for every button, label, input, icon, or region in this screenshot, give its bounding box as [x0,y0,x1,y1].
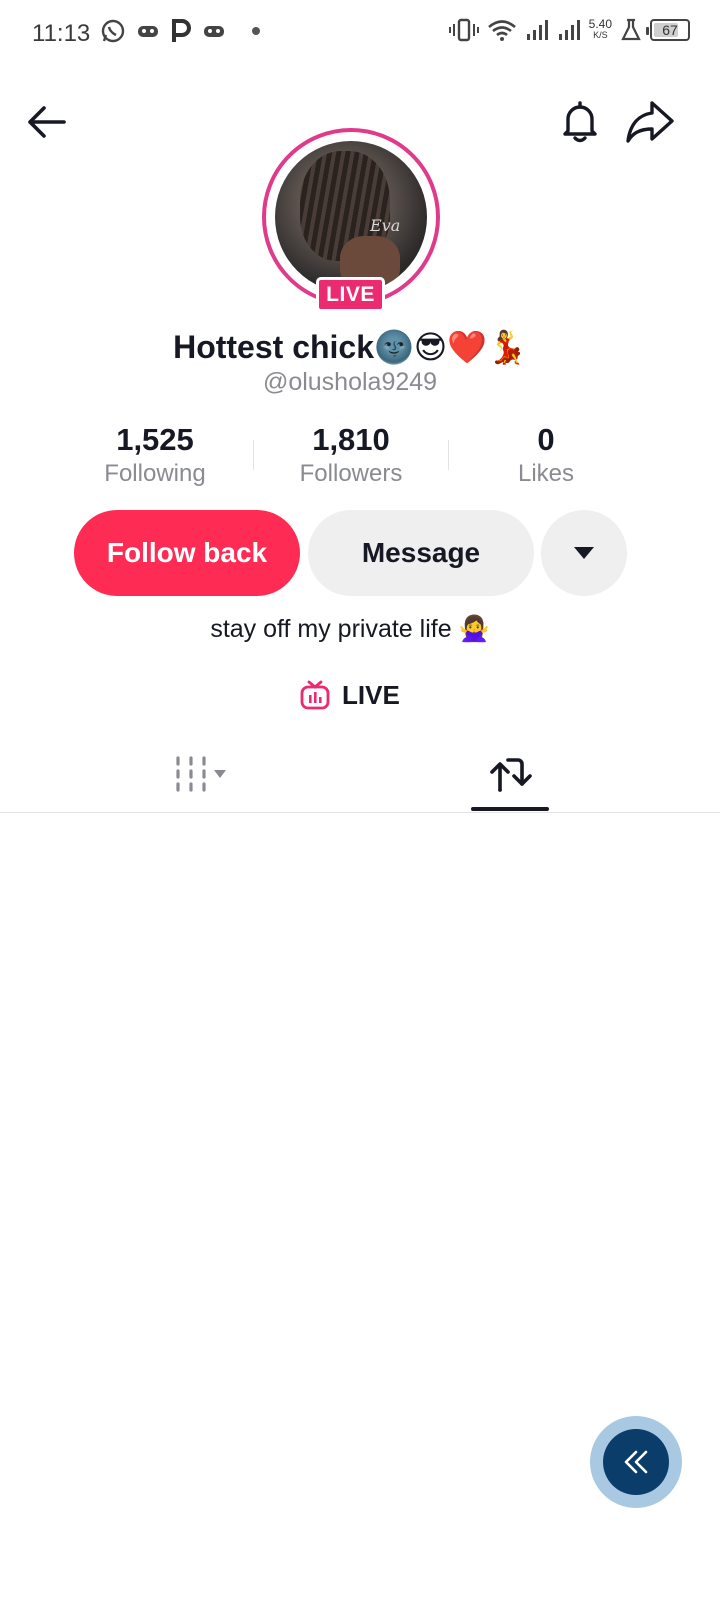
floating-button-inner [603,1429,669,1495]
flask-icon [621,18,641,41]
live-tv-icon [300,680,330,710]
profile-tabs [0,740,720,813]
status-left-icons [100,18,266,44]
back-arrow-icon[interactable] [24,99,70,145]
active-tab-indicator [471,807,549,811]
game-controller-icon [204,26,224,37]
status-time: 11:13 [32,20,91,47]
status-bar: 11:13 5.40 K/S 67 [0,0,720,72]
tab-reposts[interactable] [470,748,550,800]
signal-icon [526,20,548,40]
network-speed-unit: K/S [593,30,608,40]
bell-icon[interactable] [556,97,604,145]
live-link[interactable]: LIVE [300,675,400,715]
avatar-image: Eva [275,141,427,293]
whatsapp-icon [101,19,125,43]
suggested-accounts-button[interactable] [541,510,627,596]
live-link-label: LIVE [342,679,400,710]
signal-icon [558,20,580,40]
grid-icon [176,756,206,792]
network-speed: 5.40 K/S [588,17,612,41]
share-icon[interactable] [624,97,676,145]
dot-icon [252,27,260,35]
battery-level: 67 [662,22,678,38]
double-chevron-left-icon [624,1450,648,1474]
status-right-icons: 5.40 K/S 67 [448,17,690,42]
stat-label: Followers [299,460,403,487]
caret-down-icon [574,547,594,559]
stat-label: Following [104,460,206,487]
profile-bio: stay off my private life 🙅‍♀️ [210,615,490,643]
stat-value: 1,810 [312,422,390,457]
stat-followers[interactable]: 1,810 Followers [251,422,451,488]
profile-actions: Follow back Message [0,510,720,596]
stat-following[interactable]: 1,525 Following [55,422,255,488]
follow-back-button[interactable]: Follow back [74,510,300,596]
stat-label: Likes [517,460,575,487]
stat-likes[interactable]: 0 Likes [446,422,646,488]
network-speed-value: 5.40 [588,17,612,31]
stat-value: 1,525 [116,422,194,457]
avatar-caption: Eva [370,216,401,235]
tab-videos[interactable] [160,748,240,800]
vibrate-icon [448,18,479,42]
parking-icon [172,19,191,42]
repost-icon [490,758,532,792]
display-name: Hottest chick🌚😎❤️💃 [173,329,527,365]
floating-collapse-button[interactable] [590,1416,682,1508]
wifi-icon [487,20,516,41]
live-badge[interactable]: LIVE [316,277,385,312]
username: @olushola9249 [262,368,438,396]
stat-value: 0 [537,422,555,457]
message-button[interactable]: Message [308,510,534,596]
battery-icon: 67 [646,19,690,41]
caret-down-icon [214,770,226,778]
game-controller-icon [138,26,158,37]
